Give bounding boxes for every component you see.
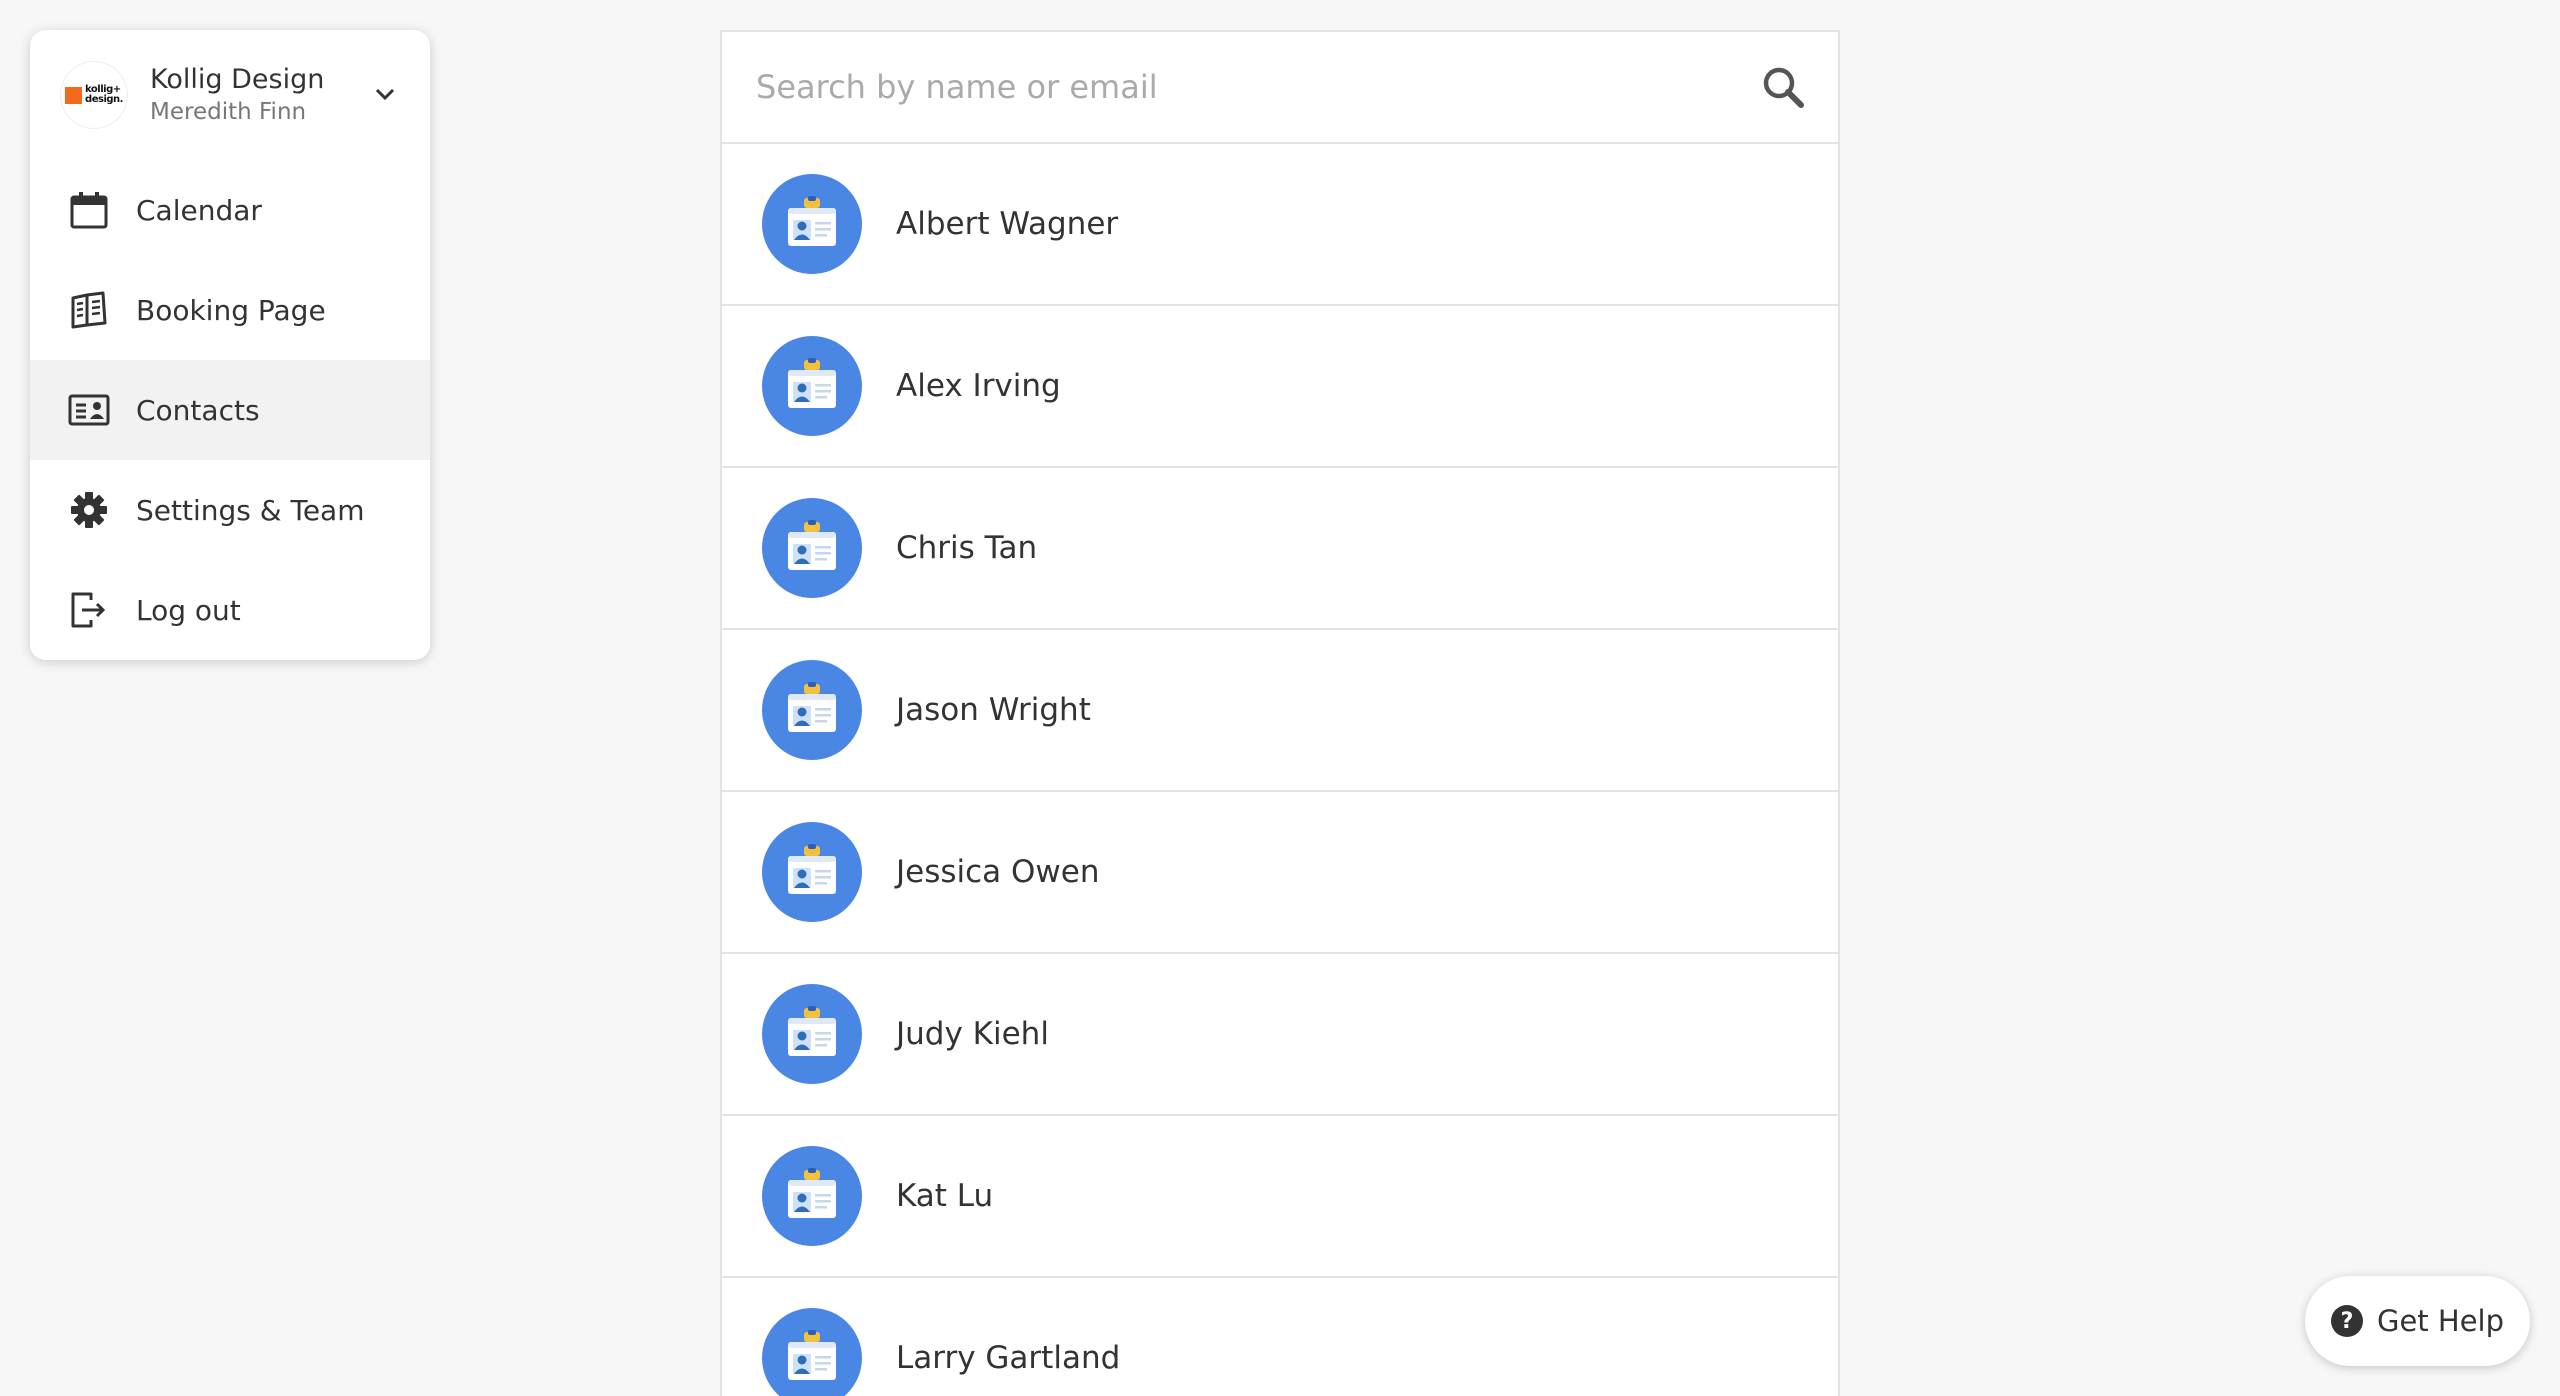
contact-row[interactable]: Judy Kiehl <box>722 954 1838 1116</box>
nav-item-calendar[interactable]: Calendar <box>30 160 430 260</box>
search-icon[interactable] <box>1758 62 1808 112</box>
contact-row[interactable]: Larry Gartland <box>722 1278 1838 1396</box>
gear-icon <box>68 489 110 531</box>
contact-name: Judy Kiehl <box>896 1016 1049 1052</box>
contact-card-icon <box>762 660 862 760</box>
contact-card-icon <box>762 1146 862 1246</box>
account-switcher[interactable]: kollig+ design. Kollig Design Meredith F… <box>30 30 430 160</box>
contact-name: Kat Lu <box>896 1178 994 1214</box>
contacts-icon <box>68 389 110 431</box>
get-help-label: Get Help <box>2376 1304 2505 1338</box>
nav-item-label: Booking Page <box>136 293 326 327</box>
contact-row[interactable]: Kat Lu <box>722 1116 1838 1278</box>
contact-name: Chris Tan <box>896 530 1038 566</box>
search-input[interactable] <box>754 67 1758 107</box>
contact-name: Jason Wright <box>896 692 1091 728</box>
nav-item-log-out[interactable]: Log out <box>30 560 430 660</box>
contact-name: Larry Gartland <box>896 1340 1121 1376</box>
get-help-button[interactable]: ? Get Help <box>2305 1276 2530 1366</box>
account-name: Kollig Design <box>150 64 325 95</box>
contact-row[interactable]: Jason Wright <box>722 630 1838 792</box>
contact-card-icon <box>762 984 862 1084</box>
booking-page-icon <box>68 289 110 331</box>
logout-icon <box>68 589 110 631</box>
sidebar-menu: kollig+ design. Kollig Design Meredith F… <box>30 30 430 660</box>
nav-item-label: Contacts <box>136 393 260 427</box>
contact-card-icon <box>762 498 862 598</box>
contact-name: Alex Irving <box>896 368 1061 404</box>
nav-item-settings-team[interactable]: Settings & Team <box>30 460 430 560</box>
contact-name: Albert Wagner <box>896 206 1119 242</box>
contact-row[interactable]: Jessica Owen <box>722 792 1838 954</box>
question-icon: ? <box>2330 1305 2363 1337</box>
nav-item-label: Calendar <box>136 193 262 227</box>
contact-list: Albert Wagner Alex Irving Chris Tan Jaso… <box>722 144 1838 1396</box>
nav-item-label: Log out <box>136 593 241 627</box>
company-logo: kollig+ design. <box>60 61 128 129</box>
contact-card-icon <box>762 174 862 274</box>
contact-row[interactable]: Alex Irving <box>722 306 1838 468</box>
chevron-down-icon[interactable] <box>370 80 400 110</box>
calendar-icon <box>68 189 110 231</box>
nav-item-contacts[interactable]: Contacts <box>30 360 430 460</box>
nav-item-booking-page[interactable]: Booking Page <box>30 260 430 360</box>
contacts-panel: Albert Wagner Alex Irving <box>720 30 1840 1396</box>
nav-item-label: Settings & Team <box>136 493 365 527</box>
search-bar <box>722 32 1838 144</box>
contact-name: Jessica Owen <box>896 854 1100 890</box>
contact-card-icon <box>762 336 862 436</box>
contact-row[interactable]: Chris Tan <box>722 468 1838 630</box>
contact-card-icon <box>762 1308 862 1396</box>
account-user: Meredith Finn <box>150 99 307 125</box>
contact-card-icon <box>762 822 862 922</box>
contact-row[interactable]: Albert Wagner <box>722 144 1838 306</box>
